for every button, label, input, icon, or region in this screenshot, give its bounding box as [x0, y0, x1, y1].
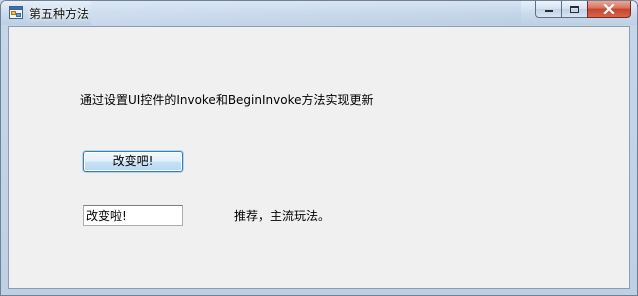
- title-bar[interactable]: 第五种方法: [1, 1, 637, 25]
- form-client-area: 通过设置UI控件的Invoke和BeginInvoke方法实现更新 改变吧! 推…: [8, 26, 630, 289]
- minimize-icon: [544, 10, 553, 12]
- close-icon: [603, 4, 615, 14]
- minimize-button[interactable]: [535, 1, 561, 18]
- window-title: 第五种方法: [29, 7, 90, 21]
- close-button[interactable]: [587, 1, 631, 18]
- description-label: 通过设置UI控件的Invoke和BeginInvoke方法实现更新: [80, 93, 374, 107]
- app-window: 第五种方法 通过设置UI控件的Invoke和BeginInvoke方法实现更新: [0, 0, 638, 296]
- change-button[interactable]: 改变吧!: [83, 151, 183, 172]
- recommend-label: 推荐，主流玩法。: [234, 209, 331, 223]
- window-controls: [535, 1, 631, 19]
- result-text-field[interactable]: [83, 205, 183, 226]
- maximize-button[interactable]: [561, 1, 587, 18]
- maximize-icon: [570, 5, 579, 13]
- app-icon: [9, 6, 23, 19]
